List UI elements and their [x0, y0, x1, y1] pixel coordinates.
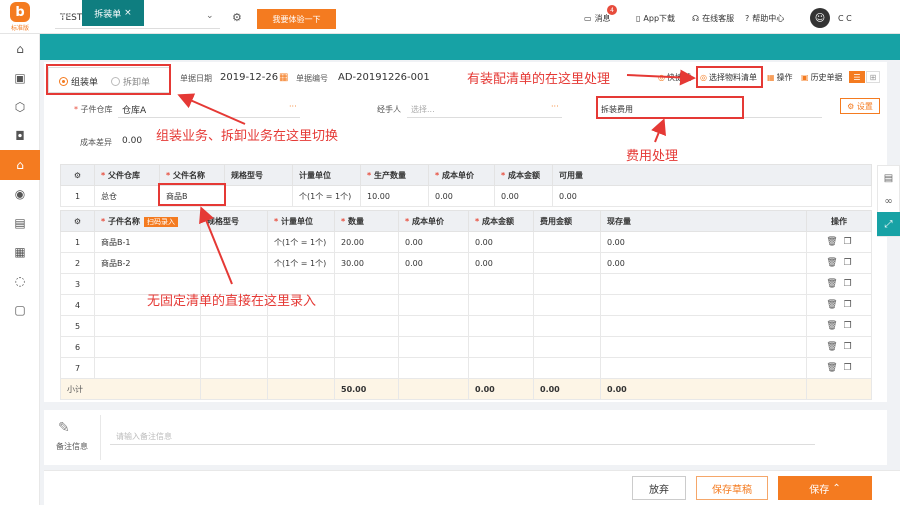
arrow-bom — [626, 69, 696, 86]
annotation-arrows — [177, 69, 696, 285]
arrow-switch — [177, 93, 246, 125]
arrow-fee — [651, 118, 666, 143]
arrow-manual — [199, 206, 233, 285]
